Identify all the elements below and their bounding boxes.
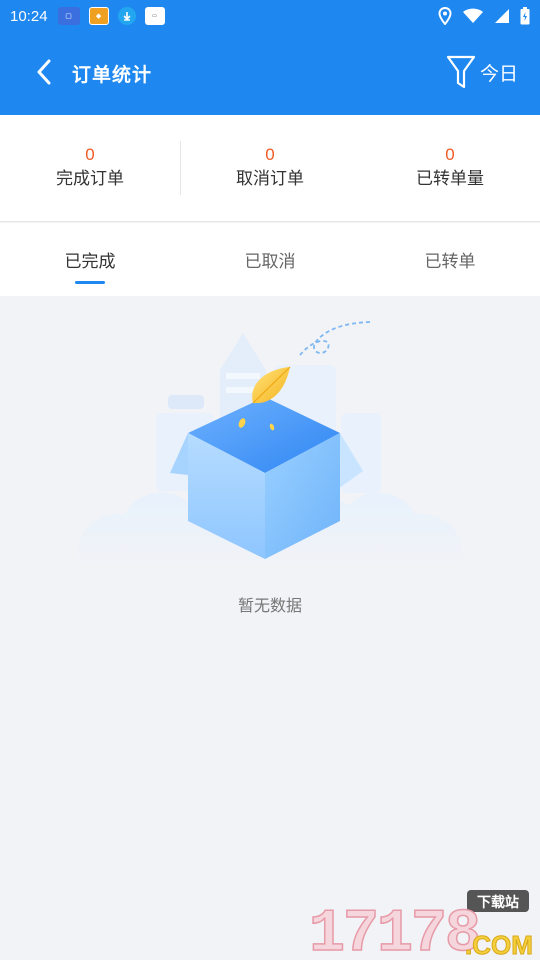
watermark-number: 17178 — [309, 901, 479, 958]
filter-icon — [446, 55, 476, 89]
system-status-icons — [438, 7, 530, 25]
app-notification-icon-1: ▢ — [57, 7, 80, 25]
empty-message: 暂无数据 — [237, 596, 302, 615]
tab-cancelled[interactable]: 已取消 — [180, 223, 360, 296]
location-icon — [438, 7, 452, 25]
wifi-icon — [463, 8, 483, 23]
battery-icon — [520, 7, 530, 25]
tab-label: 已取消 — [244, 252, 296, 272]
status-bar: 10:24 ▢ ◆ ▭ — [0, 0, 540, 32]
stat-value: 0 — [445, 145, 455, 164]
tab-active-indicator — [75, 281, 105, 284]
signal-icon — [495, 9, 509, 23]
download-icon — [117, 7, 136, 25]
watermark-domain: .COM — [465, 930, 532, 958]
app-bar: 订单统计 今日 — [0, 32, 540, 115]
date-filter-button[interactable]: 今日 — [446, 52, 518, 92]
back-button[interactable] — [26, 54, 62, 90]
stat-value: 0 — [85, 145, 95, 164]
tab-completed[interactable]: 已完成 — [0, 223, 180, 296]
tab-transferred[interactable]: 已转单 — [360, 223, 540, 296]
app-notification-icon-3: ▭ — [144, 7, 165, 25]
tab-label: 已转单 — [424, 252, 476, 272]
chevron-left-icon — [37, 59, 51, 85]
stat-transferred: 0 已转单量 — [360, 115, 540, 221]
stat-label: 完成订单 — [56, 169, 124, 189]
app-notification-icon-2: ◆ — [88, 7, 109, 25]
stat-value: 0 — [265, 145, 275, 164]
stat-divider — [180, 141, 181, 195]
stat-label: 已转单量 — [416, 169, 484, 189]
page-title: 订单统计 — [72, 64, 153, 86]
empty-box-illustration — [76, 321, 464, 570]
watermark-logo: 下载站 17178 .COM — [308, 890, 532, 958]
stat-cancelled: 0 取消订单 — [180, 115, 360, 221]
order-stats: 0 完成订单 0 取消订单 0 已转单量 — [0, 115, 540, 222]
filter-label: 今日 — [479, 62, 518, 85]
watermark-tag: 下载站 — [477, 894, 519, 911]
stat-label: 取消订单 — [236, 169, 304, 189]
status-time: 10:24 — [10, 7, 48, 25]
tab-label: 已完成 — [64, 252, 116, 272]
stat-completed: 0 完成订单 — [0, 115, 180, 221]
order-tabs: 已完成 已取消 已转单 — [0, 223, 540, 296]
